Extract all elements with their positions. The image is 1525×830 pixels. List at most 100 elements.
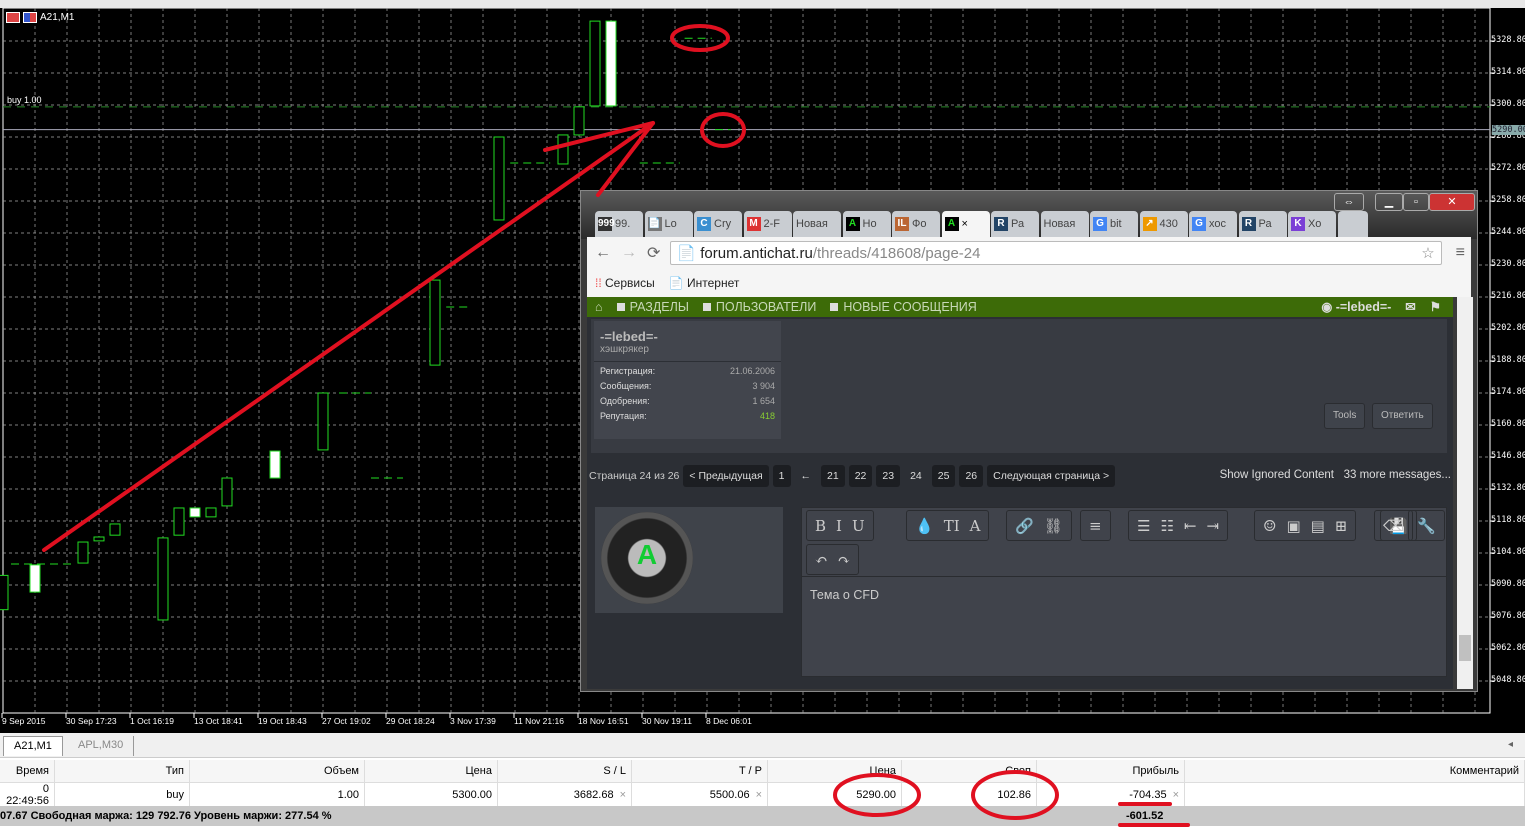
post: -=lebed=- хэшкрякер Регистрация: 21.06.20… bbox=[591, 319, 1447, 453]
browser-tab[interactable]: ↗ 430 bbox=[1139, 211, 1188, 237]
table-row-cell bbox=[1185, 783, 1525, 806]
toolbar-button-icon[interactable]: ≡ bbox=[1089, 517, 1102, 535]
next-page-button[interactable]: Следующая страница > bbox=[987, 465, 1116, 487]
mail-icon[interactable]: ✉ bbox=[1405, 299, 1415, 314]
browser-tab[interactable]: C Cry bbox=[694, 211, 742, 237]
user-stat: Регистрация: 21.06.2006 bbox=[594, 362, 781, 377]
symbol-label: A21,M1 bbox=[40, 12, 75, 23]
post-username[interactable]: -=lebed=- bbox=[594, 321, 781, 344]
back-icon[interactable]: ← bbox=[595, 244, 611, 262]
candle bbox=[557, 134, 569, 165]
toolbar-button-icon[interactable]: ▣ bbox=[1286, 517, 1300, 535]
resize-icon[interactable]: ⇔ bbox=[1334, 193, 1364, 211]
reload-icon[interactable]: ⟳ bbox=[647, 243, 660, 263]
toolbar-button-icon[interactable]: ⊞ bbox=[1335, 517, 1348, 535]
browser-tab[interactable]: R Ра bbox=[1238, 211, 1287, 237]
nav-users[interactable]: ПОЛЬЗОВАТЕЛИ bbox=[702, 300, 816, 314]
message-textarea[interactable]: Тема о CFD bbox=[802, 576, 1446, 676]
clear-value-icon[interactable]: × bbox=[620, 789, 626, 801]
page-link[interactable]: ← bbox=[795, 465, 818, 487]
browser-tab[interactable]: Gхос bbox=[1189, 211, 1237, 237]
toolbar-button-icon[interactable]: ⛓ bbox=[1044, 517, 1063, 535]
toolbar-button-icon[interactable]: ⇥ bbox=[1206, 517, 1219, 535]
maximize-button[interactable]: ▫ bbox=[1403, 193, 1429, 211]
browser-tab[interactable]: M 2-F bbox=[743, 211, 792, 237]
page-link[interactable]: 22 bbox=[848, 465, 873, 487]
table-row[interactable]: 0 22:49:56 buy 1.00 5300.00 3682.68 × 5500.06 ×… bbox=[0, 783, 1525, 807]
current-page: 24 bbox=[910, 470, 922, 482]
browser-tab[interactable]: R Ра bbox=[991, 211, 1039, 237]
browser-tab[interactable]: A × bbox=[941, 211, 990, 237]
minimize-button[interactable]: ▁ bbox=[1375, 193, 1403, 211]
forward-icon[interactable]: → bbox=[621, 244, 637, 262]
browser-tab[interactable]: K Хо bbox=[1288, 211, 1336, 237]
candle bbox=[573, 106, 585, 136]
cell-text: Прибыль bbox=[1132, 765, 1179, 777]
candle bbox=[93, 536, 105, 542]
toolbar-button-icon[interactable]: ▤ bbox=[1311, 517, 1325, 535]
scrollbar-thumb[interactable] bbox=[1459, 635, 1471, 661]
bookmark-star-icon[interactable]: ☆ bbox=[1421, 244, 1434, 262]
page-link[interactable]: 1 bbox=[772, 465, 791, 487]
close-window-button[interactable]: ✕ bbox=[1429, 193, 1475, 211]
chart-symbol: A21,M1 bbox=[6, 12, 74, 23]
user-menu[interactable]: ◉ -=lebed=- bbox=[1321, 299, 1391, 314]
toolbar-button-icon[interactable]: ⇤ bbox=[1184, 517, 1197, 535]
browser-tab[interactable]: 📄 Lo bbox=[644, 211, 693, 237]
browser-tab[interactable]: 999 99. bbox=[595, 211, 643, 237]
tools-button[interactable]: Tools bbox=[1324, 403, 1366, 429]
candle bbox=[173, 507, 185, 536]
price-axis-label: 5048.80 bbox=[1491, 675, 1525, 685]
more-messages-link[interactable]: 33 more messages... bbox=[1344, 469, 1451, 481]
page-link[interactable]: 21 bbox=[821, 465, 845, 487]
new-tab-button[interactable] bbox=[1337, 211, 1368, 237]
table-row-cell: 102.86 bbox=[902, 783, 1037, 806]
toolbar-button-icon[interactable]: I bbox=[836, 517, 842, 535]
toolbar-button-icon[interactable]: U bbox=[852, 517, 865, 535]
redo-icon[interactable]: ↷ bbox=[838, 551, 851, 569]
address-bar: ← → ⟳ 📄 forum.antichat.ru/threads/418608… bbox=[587, 237, 1471, 269]
bookmark-services[interactable]: ⁞⁞ Сервисы bbox=[595, 276, 655, 290]
toolbar-button-icon[interactable]: B bbox=[815, 517, 826, 535]
bookmark-label: Интернет bbox=[687, 276, 740, 290]
undo-icon[interactable]: ↶ bbox=[815, 551, 828, 569]
home-icon[interactable]: ⌂ bbox=[595, 300, 603, 314]
show-ignored-link[interactable]: Show Ignored Content bbox=[1220, 469, 1334, 481]
menu-icon[interactable]: ≡ bbox=[1456, 244, 1465, 262]
settings-icon[interactable]: 🔧 bbox=[1408, 510, 1445, 541]
tabs-scroll-left-icon[interactable]: ◂ bbox=[1508, 739, 1513, 750]
prev-page-button[interactable]: < Предыдущая bbox=[683, 465, 769, 487]
page-link[interactable]: 25 bbox=[931, 465, 956, 487]
nav-new-posts[interactable]: НОВЫЕ СООБЩЕНИЯ bbox=[830, 300, 977, 314]
flag-icon[interactable]: ⚑ bbox=[1430, 299, 1441, 314]
toolbar-button-icon[interactable]: ☺ bbox=[1263, 517, 1276, 535]
cell-text: 3682.68 bbox=[573, 788, 614, 801]
bookmark-internet[interactable]: 📄 Интернет bbox=[669, 276, 740, 290]
page-link[interactable]: 26 bbox=[959, 465, 984, 487]
toolbar-button-icon[interactable]: A bbox=[970, 517, 981, 535]
browser-tab[interactable]: Gbit bbox=[1090, 211, 1138, 237]
url-host: forum.antichat.ru bbox=[700, 244, 813, 262]
page-scrollbar[interactable] bbox=[1457, 297, 1473, 689]
toolbar-button-icon[interactable]: 🔗 bbox=[1015, 517, 1034, 535]
clear-value-icon[interactable]: × bbox=[1173, 789, 1179, 801]
toolbar-button-icon[interactable]: TI bbox=[944, 517, 960, 535]
chart-tab-a21[interactable]: A21,M1 bbox=[3, 736, 63, 756]
browser-tab[interactable]: A Ho bbox=[842, 211, 891, 237]
toolbar-button-icon[interactable]: 💧 bbox=[915, 517, 934, 535]
browser-tab[interactable]: Новая bbox=[1040, 211, 1089, 237]
nav-sections[interactable]: РАЗДЕЛЫ bbox=[616, 300, 689, 314]
url-input[interactable]: 📄 forum.antichat.ru/threads/418608/page-… bbox=[670, 241, 1442, 265]
browser-tab[interactable]: Новая bbox=[793, 211, 841, 237]
clear-value-icon[interactable]: × bbox=[756, 789, 762, 801]
chart-tab-apl[interactable]: APL,M30 bbox=[68, 736, 135, 756]
tab-favicon-icon: M bbox=[746, 217, 761, 231]
toolbar-button-icon[interactable]: ☰ bbox=[1137, 517, 1150, 535]
browser-tab[interactable]: IL Фо bbox=[892, 211, 940, 237]
reply-button[interactable]: Ответить bbox=[1372, 403, 1433, 429]
stat-value: 21.06.2006 bbox=[729, 366, 775, 376]
toolbar-group: 🔗 ⛓ bbox=[1006, 510, 1072, 541]
toolbar-button-icon[interactable]: ☷ bbox=[1160, 517, 1173, 535]
page-link[interactable]: 23 bbox=[876, 465, 901, 487]
price-axis-label: 5300.80 bbox=[1491, 99, 1525, 109]
